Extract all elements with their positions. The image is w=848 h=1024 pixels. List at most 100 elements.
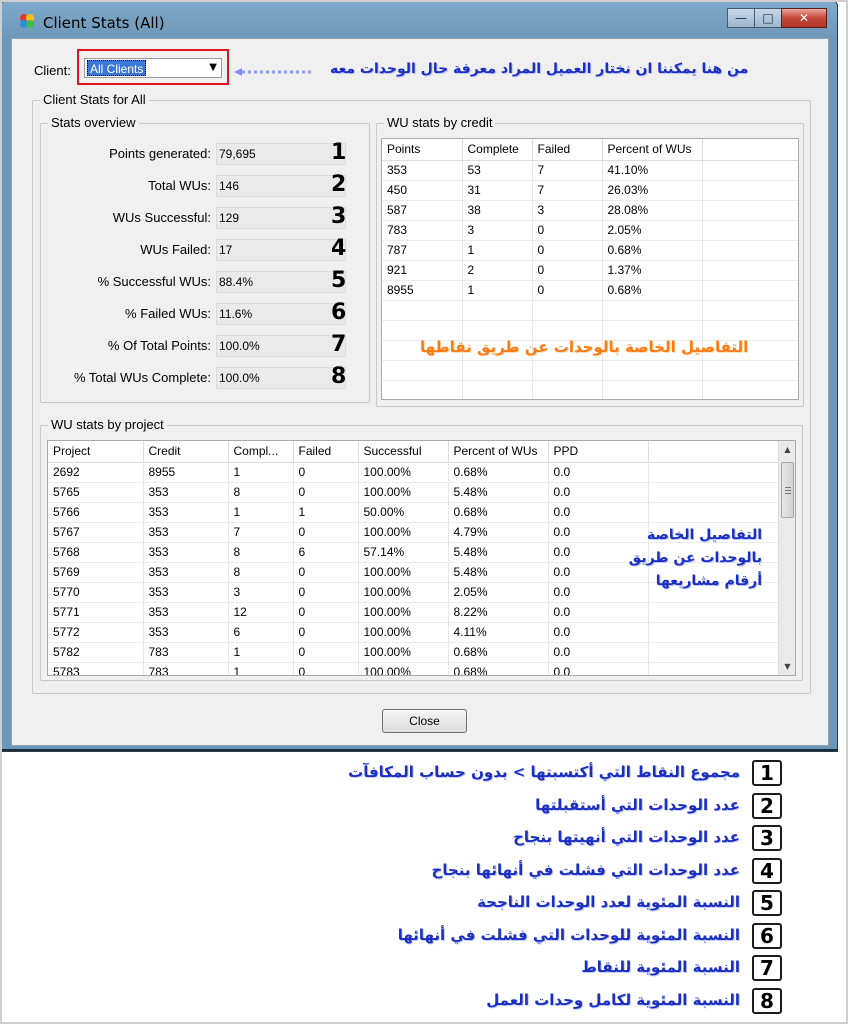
credit-cell-filler	[702, 280, 798, 301]
project-cell: 353	[143, 602, 229, 623]
project-table-row[interactable]: 5766 353 1 1 50.00% 0.68% 0.0	[48, 502, 779, 523]
project-column-header[interactable]: Compl...	[228, 441, 294, 463]
window-title: Client Stats (All)	[43, 14, 165, 32]
credit-column-header[interactable]: Points	[382, 139, 463, 161]
credit-cell: 41.10%	[602, 160, 703, 181]
legend-number-box: 1	[752, 760, 782, 786]
scroll-thumb[interactable]	[781, 462, 794, 518]
chevron-down-icon[interactable]: ▼	[209, 62, 217, 73]
project-cell: 5771	[48, 602, 144, 623]
project-stats-title: WU stats by project	[48, 417, 167, 432]
credit-table[interactable]: Points Complete Failed Percent of WUs 353 53…	[381, 138, 799, 400]
client-select[interactable]: All Clients ▼	[84, 58, 222, 78]
project-cell-filler	[648, 662, 779, 675]
project-cell: 6	[228, 622, 294, 643]
project-table-scrollbar[interactable]: ▲ ▼	[778, 441, 795, 675]
credit-cell: 0	[532, 260, 603, 281]
credit-column-header[interactable]: Complete	[462, 139, 533, 161]
credit-cell: 0	[532, 280, 603, 301]
stat-value: 88.4%	[216, 271, 346, 293]
title-bar[interactable]: Client Stats (All) — □ ✕	[1, 1, 837, 37]
project-cell: 100.00%	[358, 482, 449, 503]
project-cell: 353	[143, 582, 229, 603]
project-cell: 3	[228, 582, 294, 603]
close-button[interactable]: Close	[382, 709, 467, 733]
project-cell: 353	[143, 482, 229, 503]
project-table-row[interactable]: 5765 353 8 0 100.00% 5.48% 0.0	[48, 482, 779, 503]
credit-table-row[interactable]: 783 3 0 2.05%	[382, 220, 798, 241]
credit-cell: 1	[462, 280, 533, 301]
project-table-row[interactable]: 2692 8955 1 0 100.00% 0.68% 0.0	[48, 462, 779, 483]
project-cell: 6	[293, 542, 359, 563]
minimize-button[interactable]: —	[727, 8, 755, 28]
credit-table-row[interactable]: 353 53 7 41.10%	[382, 160, 798, 181]
credit-empty-cell	[602, 320, 703, 341]
project-cell: 5766	[48, 502, 144, 523]
project-table-row[interactable]: 5772 353 6 0 100.00% 4.11% 0.0	[48, 622, 779, 643]
project-column-header[interactable]: Failed	[293, 441, 359, 463]
project-cell: 8955	[143, 462, 229, 483]
project-table-row[interactable]: 5782 783 1 0 100.00% 0.68% 0.0	[48, 642, 779, 663]
credit-table-row[interactable]: 450 31 7 26.03%	[382, 180, 798, 201]
credit-empty-cell	[532, 380, 603, 399]
annotation-project: التفاصيل الخاصة بالوحدات عن طريق أرقام م…	[610, 524, 762, 593]
credit-column-header[interactable]: Failed	[532, 139, 603, 161]
legend-number-box: 8	[752, 987, 782, 1014]
credit-table-row[interactable]: 921 2 0 1.37%	[382, 260, 798, 281]
credit-cell: 2.05%	[602, 220, 703, 241]
project-table-row[interactable]: 5783 783 1 0 100.00% 0.68% 0.0	[48, 662, 779, 675]
credit-cell: 1	[462, 240, 533, 261]
project-table-row[interactable]: 5771 353 12 0 100.00% 8.22% 0.0	[48, 602, 779, 623]
project-cell: 100.00%	[358, 582, 449, 603]
credit-cell: 0	[532, 220, 603, 241]
close-window-button[interactable]: ✕	[781, 8, 827, 28]
credit-cell: 28.08%	[602, 200, 703, 221]
project-cell: 0	[293, 462, 359, 483]
project-cell: 0	[293, 582, 359, 603]
project-cell: 4.79%	[448, 522, 549, 543]
project-column-header[interactable]: Percent of WUs	[448, 441, 549, 463]
scroll-down-icon[interactable]: ▼	[779, 658, 795, 675]
project-cell-filler	[648, 462, 779, 483]
project-column-header[interactable]: Successful	[358, 441, 449, 463]
project-cell: 0	[293, 482, 359, 503]
project-cell: 1	[228, 642, 294, 663]
project-column-header[interactable]: Project	[48, 441, 144, 463]
project-column-header[interactable]: PPD	[548, 441, 649, 463]
credit-cell: 3	[532, 200, 603, 221]
credit-cell: 450	[382, 180, 463, 201]
credit-table-row[interactable]: 787 1 0 0.68%	[382, 240, 798, 261]
client-select-highlight: All Clients ▼	[77, 49, 229, 85]
project-cell: 5768	[48, 542, 144, 563]
credit-empty-row	[382, 300, 798, 321]
project-cell: 4.11%	[448, 622, 549, 643]
credit-empty-row	[382, 360, 798, 381]
legend-text: عدد الوحدات التي أنهيتها بنجاح	[513, 828, 740, 846]
project-cell: 353	[143, 542, 229, 563]
project-column-header[interactable]: Credit	[143, 441, 229, 463]
project-cell: 5.48%	[448, 542, 549, 563]
credit-cell: 587	[382, 200, 463, 221]
credit-empty-cell	[462, 320, 533, 341]
project-cell-filler	[648, 602, 779, 623]
client-select-value: All Clients	[87, 60, 147, 76]
stat-number-marker: 2	[331, 172, 347, 197]
credit-stats-group: WU stats by credit Points Complete Failed P…	[376, 115, 804, 407]
maximize-button[interactable]: □	[754, 8, 782, 28]
credit-table-row[interactable]: 8955 1 0 0.68%	[382, 280, 798, 301]
project-cell: 0.0	[548, 622, 649, 643]
credit-column-header[interactable]: Percent of WUs	[602, 139, 703, 161]
legend-number-box: 5	[752, 890, 782, 916]
credit-empty-cell	[602, 300, 703, 321]
credit-empty-cell	[702, 380, 798, 399]
project-cell: 100.00%	[358, 622, 449, 643]
credit-empty-row	[382, 320, 798, 341]
credit-table-row[interactable]: 587 38 3 28.08%	[382, 200, 798, 221]
credit-cell: 787	[382, 240, 463, 261]
stat-number-marker: 4	[331, 236, 347, 261]
project-cell: 8	[228, 482, 294, 503]
credit-cell-filler	[702, 260, 798, 281]
scroll-up-icon[interactable]: ▲	[779, 441, 795, 458]
stat-number-marker: 1	[331, 140, 347, 165]
credit-empty-cell	[382, 300, 463, 321]
